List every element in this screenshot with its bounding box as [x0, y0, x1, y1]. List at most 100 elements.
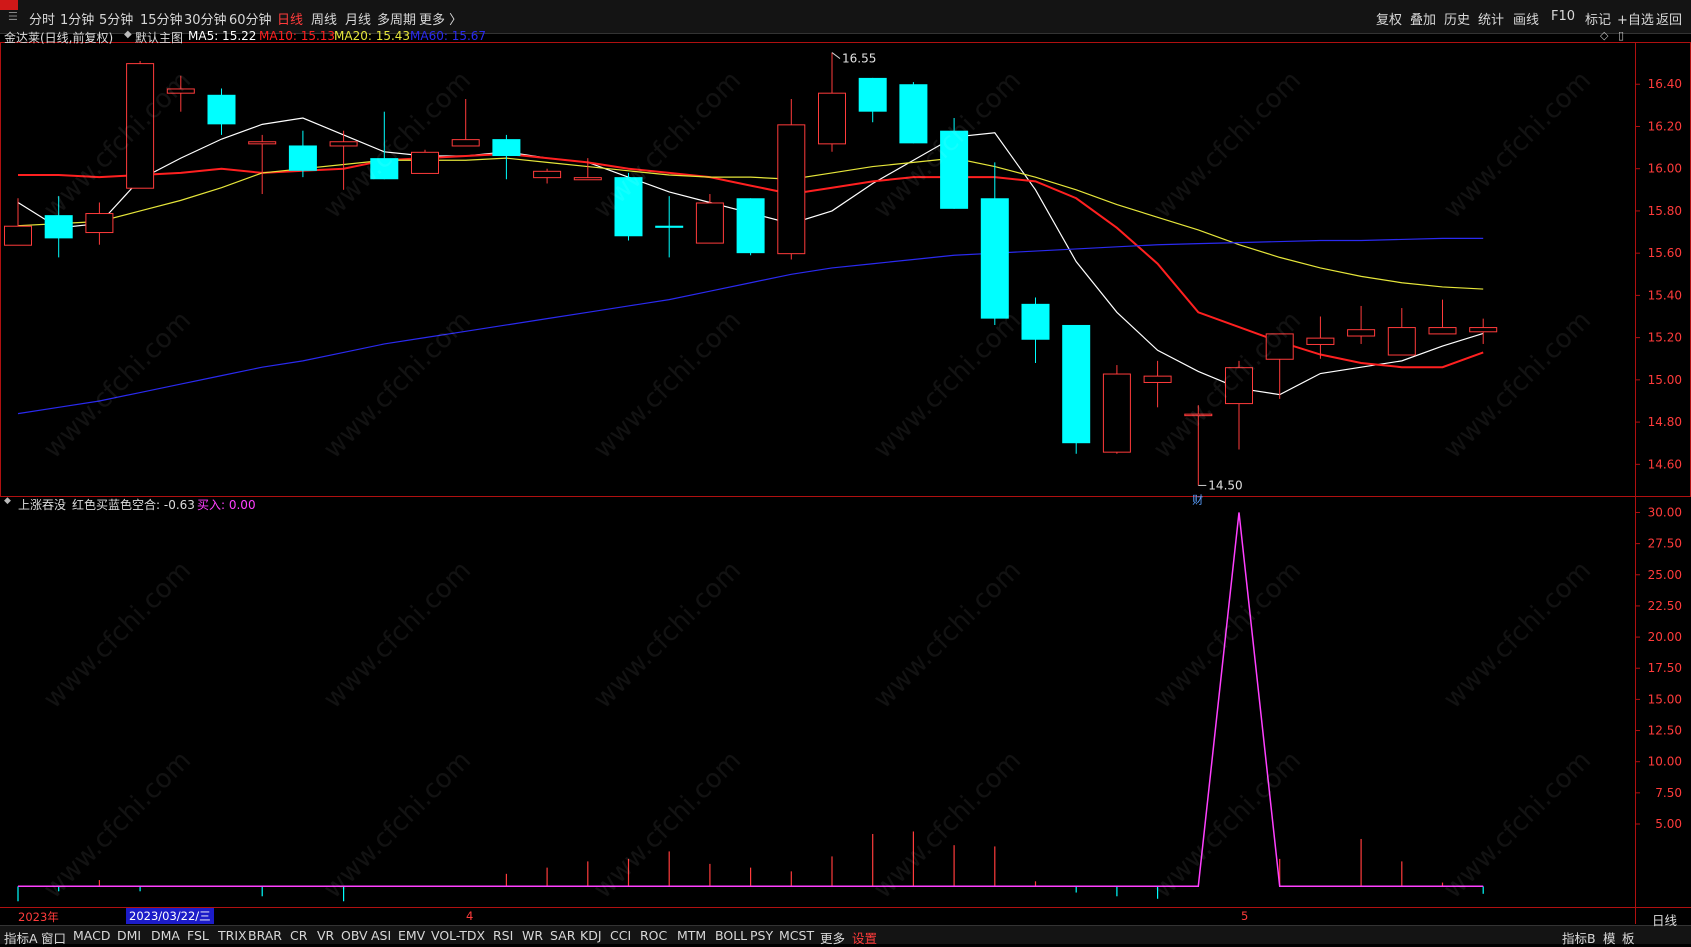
main-ytick-label: 15.20: [1648, 331, 1682, 345]
main-ytick-label: 15.40: [1648, 288, 1682, 302]
candle-body: [858, 77, 887, 112]
indicator-tab-21[interactable]: BOLL: [715, 928, 747, 943]
indicator-tab-3[interactable]: DMI: [117, 928, 141, 943]
candle-body: [1347, 329, 1376, 337]
sub-ytick-label: 10.00: [1648, 755, 1682, 769]
indicator-right-tab-0[interactable]: 指标B: [1562, 928, 1596, 947]
sub-ytick-label: 7.50: [1655, 786, 1682, 800]
main-ytick-label: 14.80: [1648, 415, 1682, 429]
indicator-right-tab-1[interactable]: 模: [1603, 928, 1616, 947]
panel-close-icon[interactable]: ▯: [1618, 29, 1624, 42]
sub-ytick-label: 30.00: [1648, 505, 1682, 519]
finance-marker: 财: [1192, 492, 1203, 506]
candle-body: [533, 170, 562, 179]
year-label: 2023年: [18, 910, 59, 924]
sub-ytick-label: 25.00: [1648, 568, 1682, 582]
indicator-tab-17[interactable]: KDJ: [580, 928, 602, 943]
ma-legend-1: MA10: 15.13: [259, 29, 336, 43]
candle-body: [248, 141, 277, 145]
sub-series-label: 红色买蓝色空合: -0.63: [72, 498, 195, 512]
candle-body: [1387, 327, 1416, 356]
sub-ytick-label: 5.00: [1655, 817, 1682, 831]
indicator-tab-6[interactable]: TRIX: [218, 928, 247, 943]
candle-body: [1143, 375, 1172, 383]
candle-body: [655, 225, 684, 228]
candle-body: [207, 94, 236, 125]
candle-body: [492, 139, 521, 157]
candle-body: [777, 124, 806, 255]
candle-body: [980, 198, 1009, 319]
indicator-tab-22[interactable]: PSY: [750, 928, 773, 943]
candle-body: [1469, 327, 1498, 333]
sub-ytick-label: 22.50: [1648, 599, 1682, 613]
sub-ytick-label: 27.50: [1648, 537, 1682, 551]
low-price-label: 14.50: [1208, 478, 1242, 492]
indicator-tab-10[interactable]: OBV: [341, 928, 368, 943]
sub-ytick-label: 17.50: [1648, 661, 1682, 675]
main-ytick-label: 15.00: [1648, 373, 1682, 387]
indicator-tab-12[interactable]: EMV: [398, 928, 425, 943]
indicator-tab-9[interactable]: VR: [317, 928, 334, 943]
indicator-tab-4[interactable]: DMA: [151, 928, 180, 943]
candle-body: [736, 198, 765, 254]
month-5-label: 5: [1241, 909, 1249, 923]
indicator-right-tab-2[interactable]: 板: [1622, 928, 1635, 947]
candle-body: [1306, 337, 1335, 345]
sub-ytick-label: 20.00: [1648, 630, 1682, 644]
indicator-tab-18[interactable]: CCI: [610, 928, 631, 943]
candle-body: [85, 213, 114, 234]
indicator-tab-5[interactable]: FSL: [187, 928, 209, 943]
indicator-tab-1[interactable]: 窗口: [41, 928, 66, 947]
indicator-tab-24[interactable]: 更多: [820, 928, 845, 947]
indicator-tab-16[interactable]: SAR: [550, 928, 575, 943]
indicator-tab-23[interactable]: MCST: [779, 928, 814, 943]
ma-legend-2: MA20: 15.43: [334, 29, 411, 43]
main-ytick-label: 16.40: [1648, 77, 1682, 91]
candle-body: [4, 225, 32, 246]
sub-ytick-label: 12.50: [1648, 724, 1682, 738]
candle-body: [1021, 303, 1050, 340]
ma-legend-0: MA5: 15.22: [188, 29, 257, 43]
main-indicator-label[interactable]: 默认主图: [135, 29, 183, 46]
indicator-tab-7[interactable]: BRAR: [248, 928, 282, 943]
cursor-date-label: 2023/03/22/三: [126, 908, 214, 924]
indicator-tab-0[interactable]: 指标A: [4, 928, 38, 947]
candle-body: [818, 92, 846, 145]
candle-body: [695, 202, 724, 244]
indicator-tab-2[interactable]: MACD: [73, 928, 110, 943]
main-ytick-label: 16.00: [1648, 162, 1682, 176]
ma-legend-3: MA60: 15.67: [410, 29, 487, 43]
indicator-tab-8[interactable]: CR: [290, 928, 307, 943]
sub-buy-label: 买入: 0.00: [197, 498, 256, 512]
candle-body: [329, 141, 358, 147]
indicator-tab-19[interactable]: ROC: [640, 928, 667, 943]
chart-canvas[interactable]: 14.60 14.80 15.00 15.20 15.40 15.60 15.80 16.00…: [0, 0, 1691, 944]
candle-body: [451, 139, 480, 147]
high-price-label: 16.55: [842, 52, 876, 66]
candle-body: [1102, 373, 1131, 453]
sub-ytick-label: 15.00: [1648, 692, 1682, 706]
indicator-tab-14[interactable]: RSI: [493, 928, 513, 943]
indicator-tab-15[interactable]: WR: [522, 928, 543, 943]
indicator-arrow-icon[interactable]: ◆: [124, 29, 132, 40]
main-ytick-label: 15.60: [1648, 246, 1682, 260]
main-ytick-label: 14.60: [1648, 457, 1682, 471]
sub-indicator-title[interactable]: 上涨吞没: [18, 496, 66, 513]
indicator-tab-13[interactable]: VOL-TDX: [431, 928, 485, 943]
indicator-tab-25[interactable]: 设置: [852, 928, 877, 947]
sub-series-line: [18, 512, 1484, 888]
indicator-tab-11[interactable]: ASI: [371, 928, 391, 943]
candle-body: [1062, 324, 1091, 444]
stock-title: 金达莱(日线,前复权): [4, 31, 114, 45]
panel-config-icon[interactable]: ◇: [1600, 29, 1608, 42]
indicator-tab-20[interactable]: MTM: [677, 928, 706, 943]
high-pointer: [831, 52, 841, 59]
indicator-bar: 指标A 窗口 MACD DMI DMA FSL TRIX BRAR CR VR OBV ASI EMV V…: [0, 925, 1691, 947]
sub-indicator-arrow-icon[interactable]: ◆: [4, 496, 11, 506]
period-label-right[interactable]: 日线: [1652, 910, 1677, 929]
candle-body: [288, 145, 317, 171]
main-ytick-label: 15.80: [1648, 204, 1682, 218]
month-4-label: 4: [466, 909, 474, 923]
candle-body: [899, 84, 928, 144]
candle-body: [573, 177, 602, 181]
